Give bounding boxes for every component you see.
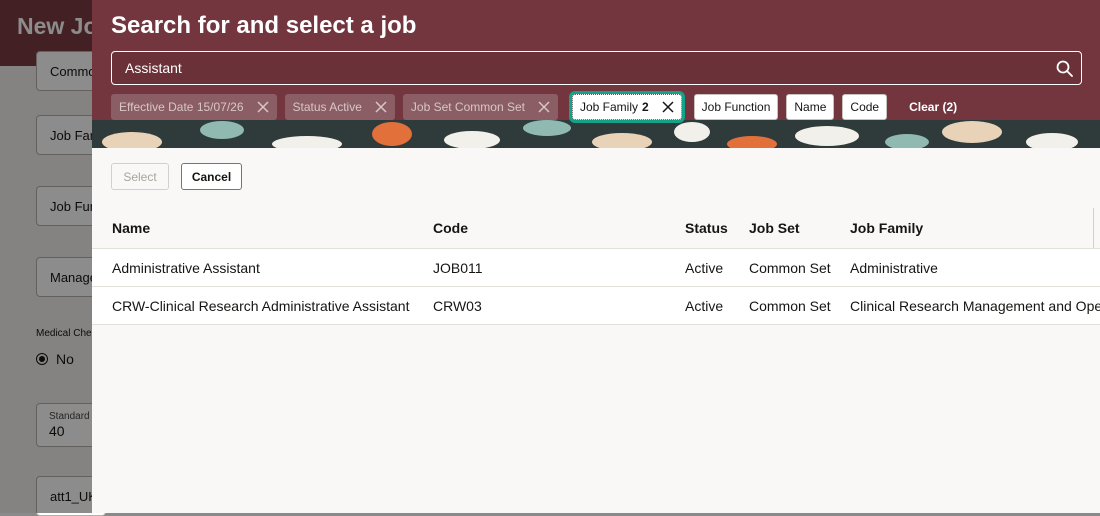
filter-chips: Effective Date 15/07/26 Status Active Jo… bbox=[111, 91, 957, 123]
column-header-job-set[interactable]: Job Set bbox=[749, 220, 800, 236]
cell-status: Active bbox=[685, 298, 724, 314]
filter-chip-job-family[interactable]: Job Family 2 bbox=[568, 91, 685, 123]
column-header-job-family[interactable]: Job Family bbox=[850, 220, 1100, 236]
filter-chip-label: Job Set Common Set bbox=[410, 100, 525, 114]
filter-option-code[interactable]: Code bbox=[842, 94, 888, 120]
select-button[interactable]: Select bbox=[111, 163, 169, 190]
filter-option-name[interactable]: Name bbox=[786, 94, 835, 120]
column-header-status[interactable]: Status bbox=[685, 220, 728, 236]
column-header-code[interactable]: Code bbox=[433, 220, 468, 236]
table-row[interactable]: Administrative Assistant JOB011 Active C… bbox=[92, 249, 1100, 287]
column-header-name[interactable]: Name bbox=[112, 220, 150, 236]
cell-name: CRW-Clinical Research Administrative Ass… bbox=[112, 298, 410, 314]
search-icon[interactable] bbox=[1047, 52, 1081, 84]
filter-option-job-function[interactable]: Job Function bbox=[693, 94, 779, 120]
column-divider[interactable] bbox=[1093, 208, 1094, 248]
results-table: Name Code Status Job Set Job Family Admi… bbox=[92, 208, 1100, 325]
table-header: Name Code Status Job Set Job Family bbox=[92, 208, 1100, 249]
cell-job-family: Clinical Research Management and Operat bbox=[850, 298, 1100, 314]
filter-chip-status[interactable]: Status Active bbox=[284, 94, 395, 120]
filter-chip-job-set[interactable]: Job Set Common Set bbox=[402, 94, 558, 120]
drawer-header: Search for and select a job Effective Da… bbox=[92, 0, 1100, 148]
dialog-title: Search for and select a job bbox=[111, 12, 417, 39]
search-input[interactable] bbox=[112, 60, 1047, 76]
job-search-drawer: Search for and select a job Effective Da… bbox=[92, 0, 1100, 513]
close-icon[interactable] bbox=[256, 100, 270, 114]
cell-code: CRW03 bbox=[433, 298, 482, 314]
close-icon[interactable] bbox=[374, 100, 388, 114]
cell-name: Administrative Assistant bbox=[112, 260, 260, 276]
search-box[interactable] bbox=[111, 51, 1082, 85]
filter-chip-label: Status Active bbox=[292, 100, 362, 114]
filter-chip-label: Job Family bbox=[579, 100, 638, 114]
table-row[interactable]: CRW-Clinical Research Administrative Ass… bbox=[92, 287, 1100, 325]
cell-status: Active bbox=[685, 260, 724, 276]
decorative-pattern bbox=[92, 120, 1100, 148]
cell-job-family: Administrative bbox=[850, 260, 938, 276]
close-icon[interactable] bbox=[537, 100, 551, 114]
close-icon[interactable] bbox=[661, 100, 675, 114]
cancel-button[interactable]: Cancel bbox=[181, 163, 242, 190]
filter-chip-label: Effective Date 15/07/26 bbox=[119, 100, 244, 114]
filter-chip-effective-date[interactable]: Effective Date 15/07/26 bbox=[111, 94, 277, 120]
clear-filters-button[interactable]: Clear (2) bbox=[909, 100, 957, 114]
filter-count-badge: 2 bbox=[641, 100, 649, 114]
cell-code: JOB011 bbox=[433, 260, 483, 276]
cell-job-set: Common Set bbox=[749, 298, 831, 314]
cell-job-set: Common Set bbox=[749, 260, 831, 276]
